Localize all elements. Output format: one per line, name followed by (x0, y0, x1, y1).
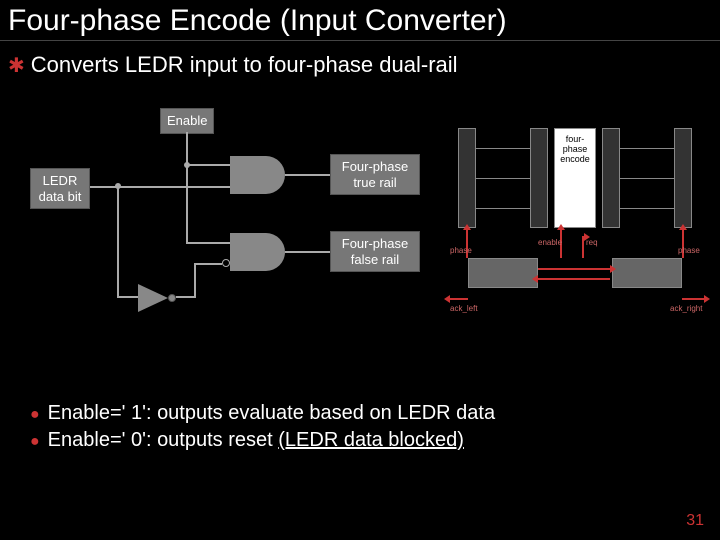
title-underline (0, 40, 720, 41)
wire (186, 164, 230, 166)
pipeline-stage-block (674, 128, 692, 228)
page-number: 31 (686, 512, 704, 530)
inverter-bubble-icon (168, 294, 176, 302)
false-rail-box: Four-phasefalse rail (330, 231, 420, 272)
not-bubble-icon (222, 259, 230, 267)
bullet-2-text: Enable=' 0': outputs reset (LEDR data bl… (48, 429, 464, 452)
ledr-box: LEDRdata bit (30, 168, 90, 209)
wire (620, 208, 674, 209)
wire (476, 178, 530, 179)
bullet-list: ● Enable=' 1': outputs evaluate based on… (0, 388, 720, 466)
arrow-icon (682, 298, 704, 300)
enable-box: Enable (160, 108, 214, 134)
disc-icon: ● (30, 433, 40, 451)
disc-icon: ● (30, 406, 40, 424)
wire (90, 186, 230, 188)
arrow-icon (450, 298, 468, 300)
pipeline-stage-block (602, 128, 620, 228)
wire (117, 296, 138, 298)
bullet-1: ● Enable=' 1': outputs evaluate based on… (30, 402, 690, 425)
and-gate-bottom (230, 233, 285, 271)
label-req: req (586, 238, 598, 247)
controller-block-right (612, 258, 682, 288)
wire (476, 208, 530, 209)
label-phase-left: phase (450, 246, 472, 255)
arrow-icon (582, 236, 584, 258)
wire (186, 132, 188, 244)
wire (176, 296, 196, 298)
pipeline-stage-block (458, 128, 476, 228)
wire (285, 251, 330, 253)
wire (476, 148, 530, 149)
arrow-icon (538, 268, 610, 270)
label-enable: enable (538, 238, 562, 247)
wire (620, 148, 674, 149)
wire (117, 186, 119, 298)
subtitle-text: Converts LEDR input to four-phase dual-r… (31, 52, 458, 78)
wire (194, 263, 196, 298)
inverter-gate (138, 284, 168, 312)
pipeline-diagram: four-phaseencode phase phase enable req … (450, 108, 710, 348)
circuit-diagram: LEDRdata bit Enable Four-phasetrue rail … (30, 108, 450, 338)
wire (620, 178, 674, 179)
bullet-1-text: Enable=' 1': outputs evaluate based on L… (48, 402, 495, 425)
true-rail-box: Four-phasetrue rail (330, 154, 420, 195)
arrow-icon (538, 278, 610, 280)
subtitle-row: ✱ Converts LEDR input to four-phase dual… (0, 42, 720, 78)
wire (194, 263, 222, 265)
diagram-area: LEDRdata bit Enable Four-phasetrue rail … (30, 108, 710, 368)
encode-block: four-phaseencode (554, 128, 596, 228)
and-gate-top (230, 156, 285, 194)
wire-node (184, 162, 190, 168)
bullet-2: ● Enable=' 0': outputs reset (LEDR data … (30, 429, 690, 452)
label-phase-right: phase (678, 246, 700, 255)
slide-title: Four-phase Encode (Input Converter) (0, 0, 720, 42)
label-ack-right: ack_right (670, 304, 702, 313)
wire (186, 242, 230, 244)
controller-block-left (468, 258, 538, 288)
wire (285, 174, 330, 176)
label-ack-left: ack_left (450, 304, 478, 313)
pipeline-stage-block (530, 128, 548, 228)
star-icon: ✱ (8, 53, 25, 78)
